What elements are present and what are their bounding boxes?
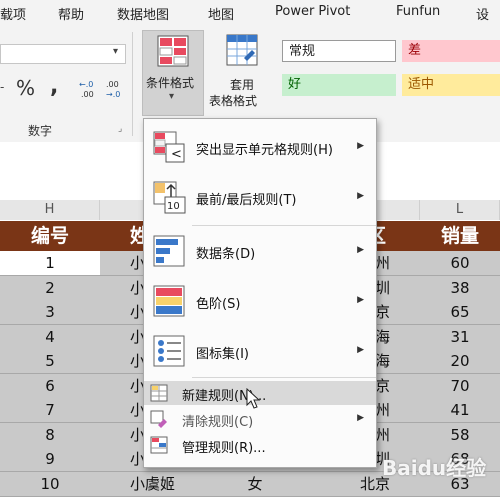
chevron-down-icon: ▾ bbox=[169, 91, 175, 102]
cell-sales[interactable]: 20 bbox=[420, 349, 500, 373]
menu-item-icon-sets[interactable]: 图标集(I) ▶ bbox=[144, 329, 376, 375]
cell-sales[interactable]: 65 bbox=[420, 300, 500, 324]
table-format-label-line2: 表格格式 bbox=[209, 94, 258, 108]
style-bad[interactable]: 差 bbox=[402, 40, 500, 62]
conditional-format-menu: < 突出显示单元格规则(H) ▶ 10 最前/最后规则(T) ▶ 数据条(D) … bbox=[143, 118, 377, 468]
submenu-arrow-icon: ▶ bbox=[357, 345, 364, 355]
number-format-select[interactable]: ▾ bbox=[0, 44, 126, 64]
svg-text:<: < bbox=[171, 147, 182, 162]
menu-item-label: 数据条(D) bbox=[196, 247, 256, 262]
currency-dropdown-arrow[interactable]: - bbox=[0, 80, 4, 94]
menu-item-label: 最前/最后规则(T) bbox=[196, 193, 297, 208]
conditional-format-icon bbox=[157, 35, 189, 67]
cell-sales[interactable]: 41 bbox=[420, 398, 500, 422]
cell-id[interactable]: 2 bbox=[0, 276, 100, 300]
submenu-arrow-icon: ▶ bbox=[357, 295, 364, 305]
menu-item-manage-rules[interactable]: 管理规则(R)... bbox=[144, 433, 376, 457]
mouse-cursor-icon bbox=[246, 388, 261, 409]
menu-item-highlight-rules[interactable]: < 突出显示单元格规则(H) ▶ bbox=[144, 125, 376, 171]
chevron-down-icon: ▾ bbox=[113, 46, 119, 57]
group-divider bbox=[132, 32, 133, 136]
header-id[interactable]: 编号 bbox=[0, 221, 100, 251]
cell-sales[interactable]: 70 bbox=[420, 374, 500, 398]
dialog-launcher-icon[interactable]: ⌟ bbox=[118, 124, 122, 134]
svg-text:→.0: →.0 bbox=[106, 90, 120, 99]
icon-sets-icon bbox=[153, 335, 185, 367]
svg-text:10: 10 bbox=[167, 201, 180, 212]
format-as-table-button[interactable]: 套用 表格格式 bbox=[209, 30, 274, 116]
submenu-arrow-icon: ▶ bbox=[357, 191, 364, 201]
highlight-cells-icon: < bbox=[153, 131, 185, 163]
comma-style-button[interactable]: , bbox=[50, 74, 58, 99]
cell-sales[interactable]: 58 bbox=[420, 423, 500, 447]
cell-id[interactable]: 10 bbox=[0, 472, 100, 496]
increase-decimal-icon: ←.0 .00 bbox=[79, 80, 94, 99]
tab-power-pivot[interactable]: Power Pivot bbox=[275, 4, 350, 19]
style-good[interactable]: 好 bbox=[282, 74, 396, 96]
cell-id[interactable]: 7 bbox=[0, 398, 100, 422]
color-scales-icon bbox=[153, 285, 185, 317]
cell-name[interactable]: 小虞姬 bbox=[100, 472, 190, 496]
style-neutral[interactable]: 适中 bbox=[402, 74, 500, 96]
cell-id[interactable]: 6 bbox=[0, 374, 100, 398]
cell-sales[interactable]: 60 bbox=[420, 251, 500, 275]
menu-bar: 载项 帮助 数据地图 地图 Power Pivot Funfun 设 bbox=[0, 0, 500, 24]
submenu-arrow-icon: ▶ bbox=[357, 413, 364, 423]
tab-settings[interactable]: 设 bbox=[476, 4, 489, 23]
new-rule-icon bbox=[150, 384, 168, 402]
manage-rules-icon bbox=[150, 436, 168, 454]
cell-id[interactable]: 3 bbox=[0, 300, 100, 324]
tab-funfun[interactable]: Funfun bbox=[396, 4, 440, 19]
cell-id[interactable]: 1 bbox=[0, 251, 100, 275]
row-gridline bbox=[0, 496, 500, 497]
svg-text:←.0: ←.0 bbox=[79, 80, 93, 89]
group-number-label: 数字 bbox=[28, 124, 53, 138]
menu-item-clear-rules[interactable]: 清除规则(C) ▶ bbox=[144, 407, 376, 431]
conditional-format-button[interactable]: 条件格式 ▾ bbox=[142, 30, 204, 116]
decrease-decimal-icon: .00 →.0 bbox=[106, 80, 120, 99]
menu-item-label: 图标集(I) bbox=[196, 347, 249, 362]
svg-text:.00: .00 bbox=[81, 90, 94, 99]
menu-item-data-bars[interactable]: 数据条(D) ▶ bbox=[144, 229, 376, 275]
cell-sales[interactable]: 31 bbox=[420, 325, 500, 349]
menu-separator bbox=[192, 225, 376, 226]
column-header-h[interactable]: H bbox=[0, 200, 100, 220]
eraser-icon bbox=[150, 410, 167, 428]
cell-gender[interactable]: 女 bbox=[190, 472, 320, 496]
header-sales[interactable]: 销量 bbox=[420, 221, 500, 251]
conditional-format-label: 条件格式 bbox=[146, 76, 195, 90]
menu-item-label: 清除规则(C) bbox=[182, 415, 254, 430]
cell-id[interactable]: 5 bbox=[0, 349, 100, 373]
decrease-decimal-button[interactable]: .00 →.0 bbox=[104, 78, 126, 100]
menu-item-label: 色阶(S) bbox=[196, 297, 241, 312]
table-format-label-line1: 套用 bbox=[230, 78, 255, 92]
menu-item-top-bottom-rules[interactable]: 10 最前/最后规则(T) ▶ bbox=[144, 175, 376, 221]
cell-id[interactable]: 4 bbox=[0, 325, 100, 349]
percent-button[interactable]: % bbox=[16, 76, 35, 100]
submenu-arrow-icon: ▶ bbox=[357, 141, 364, 151]
tab-help[interactable]: 帮助 bbox=[58, 4, 84, 23]
table-format-icon bbox=[226, 34, 258, 66]
tab-data-map[interactable]: 数据地图 bbox=[117, 4, 169, 23]
top-bottom-icon: 10 bbox=[153, 181, 186, 214]
watermark: Baidu经验 bbox=[382, 456, 487, 480]
svg-text:.00: .00 bbox=[106, 80, 119, 89]
increase-decimal-button[interactable]: ←.0 .00 bbox=[77, 78, 99, 100]
style-normal[interactable]: 常规 bbox=[282, 40, 396, 62]
column-header-l[interactable]: L bbox=[420, 200, 500, 220]
cell-id[interactable]: 8 bbox=[0, 423, 100, 447]
menu-item-label: 管理规则(R)... bbox=[182, 441, 266, 456]
menu-item-label: 突出显示单元格规则(H) bbox=[196, 143, 333, 158]
tab-addins[interactable]: 载项 bbox=[0, 4, 26, 23]
cell-sales[interactable]: 38 bbox=[420, 276, 500, 300]
menu-item-color-scales[interactable]: 色阶(S) ▶ bbox=[144, 279, 376, 325]
tab-map[interactable]: 地图 bbox=[208, 4, 234, 23]
menu-separator bbox=[192, 377, 376, 378]
data-bars-icon bbox=[153, 235, 185, 267]
cell-id[interactable]: 9 bbox=[0, 447, 100, 471]
submenu-arrow-icon: ▶ bbox=[357, 245, 364, 255]
